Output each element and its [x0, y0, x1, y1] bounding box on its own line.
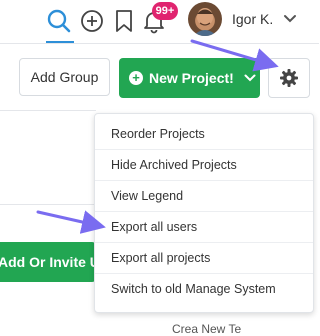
menu-item-reorder-projects[interactable]: Reorder Projects [95, 119, 313, 150]
bookmark-icon[interactable] [111, 8, 137, 34]
menu-item-switch-old-manage-system[interactable]: Switch to old Manage System [95, 274, 313, 305]
gear-icon [280, 69, 298, 87]
new-project-label: New Project! [149, 70, 234, 86]
add-group-button[interactable]: Add Group [19, 58, 110, 96]
chevron-down-icon[interactable] [283, 14, 297, 24]
settings-dropdown-menu: Reorder Projects Hide Archived Projects … [94, 113, 314, 313]
active-tab-indicator [46, 41, 74, 43]
add-or-invite-users-button[interactable]: Add Or Invite Us [0, 242, 96, 282]
menu-item-view-legend[interactable]: View Legend [95, 181, 313, 212]
divider [0, 204, 96, 205]
top-bar: 99+ Igor K. [0, 0, 319, 44]
settings-button[interactable] [268, 58, 310, 98]
menu-item-hide-archived-projects[interactable]: Hide Archived Projects [95, 150, 313, 181]
search-icon[interactable] [46, 8, 72, 34]
menu-item-export-all-users[interactable]: Export all users [95, 212, 313, 243]
annotation-arrow-export-users [36, 210, 106, 234]
divider [0, 110, 96, 111]
user-name[interactable]: Igor K. [232, 11, 273, 27]
plus-circle-icon[interactable] [79, 8, 105, 34]
new-project-button[interactable]: + New Project! [119, 58, 260, 98]
avatar[interactable] [188, 2, 222, 36]
chevron-down-icon [244, 74, 256, 82]
menu-item-export-all-projects[interactable]: Export all projects [95, 243, 313, 274]
avatar-photo [193, 8, 217, 36]
plus-icon: + [129, 71, 143, 85]
notification-badge: 99+ [152, 2, 178, 20]
footer-partial-text: Crea New Te [172, 322, 242, 336]
